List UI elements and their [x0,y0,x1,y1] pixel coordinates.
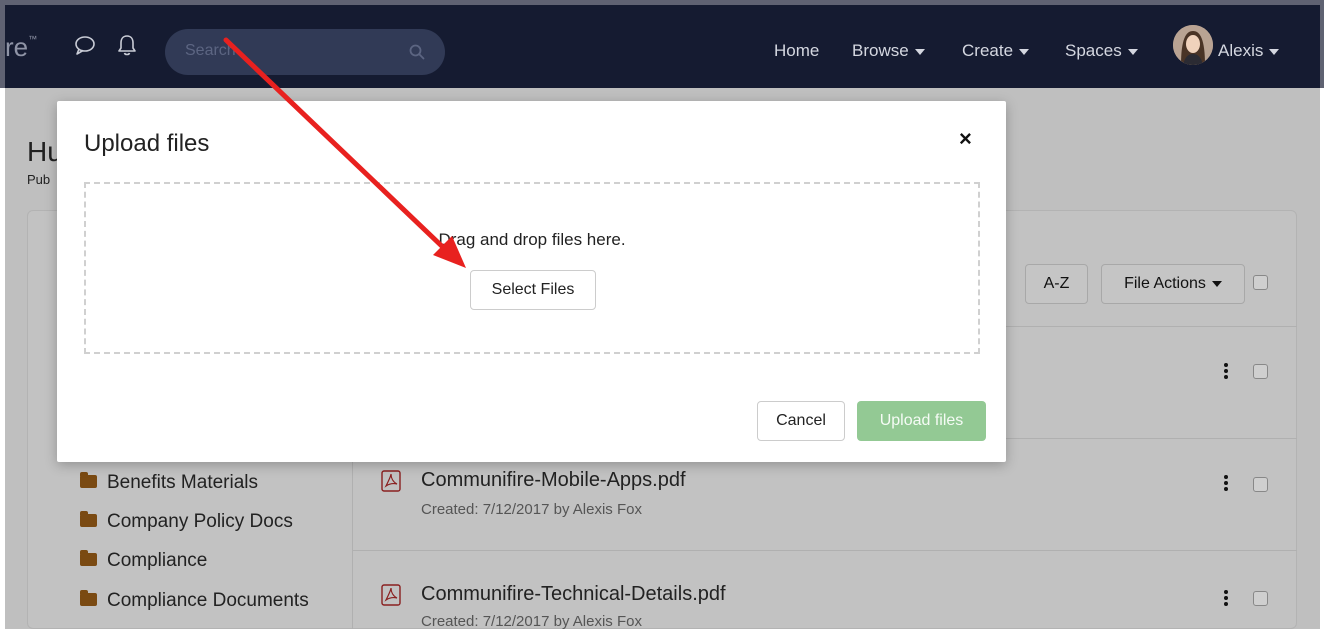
row-menu-kebab-icon[interactable] [1224,590,1228,606]
nav-browse-label: Browse [852,41,909,60]
row-checkbox[interactable] [1253,364,1268,379]
close-icon[interactable]: × [959,128,972,150]
navbar-inner: re™ Home Browse Create Spaces [5,5,1320,88]
folder-icon [80,550,97,566]
select-files-button[interactable]: Select Files [470,270,596,310]
file-actions-label: File Actions [1124,275,1206,292]
folder-icon [80,590,97,606]
folder-item[interactable]: Company Policy Docs [80,511,293,535]
file-name-link[interactable]: Communifire-Mobile-Apps.pdf [421,469,686,492]
nav-create-label: Create [962,41,1014,60]
pdf-file-icon [381,584,401,606]
folder-icon [80,511,97,527]
file-name-link[interactable]: Communifire-Technical-Details.pdf [421,583,726,606]
brand-logo[interactable]: re™ [5,32,37,63]
pdf-file-icon [381,470,401,492]
nav-home-link[interactable]: Home [774,41,819,61]
sort-az-button[interactable]: A-Z [1025,264,1088,304]
page-subtitle: Pub [27,172,51,187]
select-all-checkbox[interactable] [1253,275,1268,290]
search-icon[interactable] [408,43,426,61]
folder-item[interactable]: Benefits Materials [80,472,258,496]
file-meta: Created: 7/12/2017 by Alexis Fox [421,613,642,629]
search-box [165,29,445,75]
nav-spaces-menu[interactable]: Spaces [1065,41,1138,61]
chat-bubble-icon[interactable] [74,34,96,56]
folder-label: Compliance [107,550,208,571]
chevron-down-icon [1211,280,1222,287]
row-checkbox[interactable] [1253,477,1268,492]
nav-create-menu[interactable]: Create [962,41,1030,61]
chevron-down-icon [914,48,925,55]
chevron-down-icon [1127,48,1138,55]
bell-icon[interactable] [116,34,138,56]
folder-label: Benefits Materials [107,472,259,493]
row-divider [353,550,1297,551]
upload-files-modal: Upload files × Drag and drop files here.… [57,101,1006,462]
search-input[interactable] [185,42,405,60]
file-meta: Created: 7/12/2017 by Alexis Fox [421,501,642,518]
folder-item[interactable]: Compliance Documents [80,590,309,614]
nav-user-menu[interactable]: Alexis [1218,41,1280,61]
folder-item[interactable]: Compliance [80,550,207,574]
folder-label: Company Policy Docs [107,511,293,532]
file-dropzone[interactable]: Drag and drop files here. Select Files [84,182,980,354]
brand-trademark: ™ [28,34,38,44]
dropzone-text: Drag and drop files here. [438,230,626,249]
folder-icon [80,472,97,488]
chevron-down-icon [1019,48,1030,55]
row-checkbox[interactable] [1253,591,1268,606]
top-navbar: re™ Home Browse Create Spaces [0,0,1324,88]
file-actions-button[interactable]: File Actions [1101,264,1245,304]
brand-text: re [5,32,29,62]
cancel-button[interactable]: Cancel [757,401,845,441]
row-menu-kebab-icon[interactable] [1224,475,1228,491]
folder-label: Compliance Documents [107,590,309,611]
row-menu-kebab-icon[interactable] [1224,363,1228,379]
user-avatar[interactable] [1173,25,1213,65]
chevron-down-icon [1269,48,1280,55]
nav-user-label: Alexis [1218,41,1264,60]
modal-title: Upload files [84,130,210,157]
nav-browse-menu[interactable]: Browse [852,41,925,61]
nav-spaces-label: Spaces [1065,41,1122,60]
upload-files-button[interactable]: Upload files [857,401,986,441]
avatar-portrait-icon [1173,25,1213,65]
